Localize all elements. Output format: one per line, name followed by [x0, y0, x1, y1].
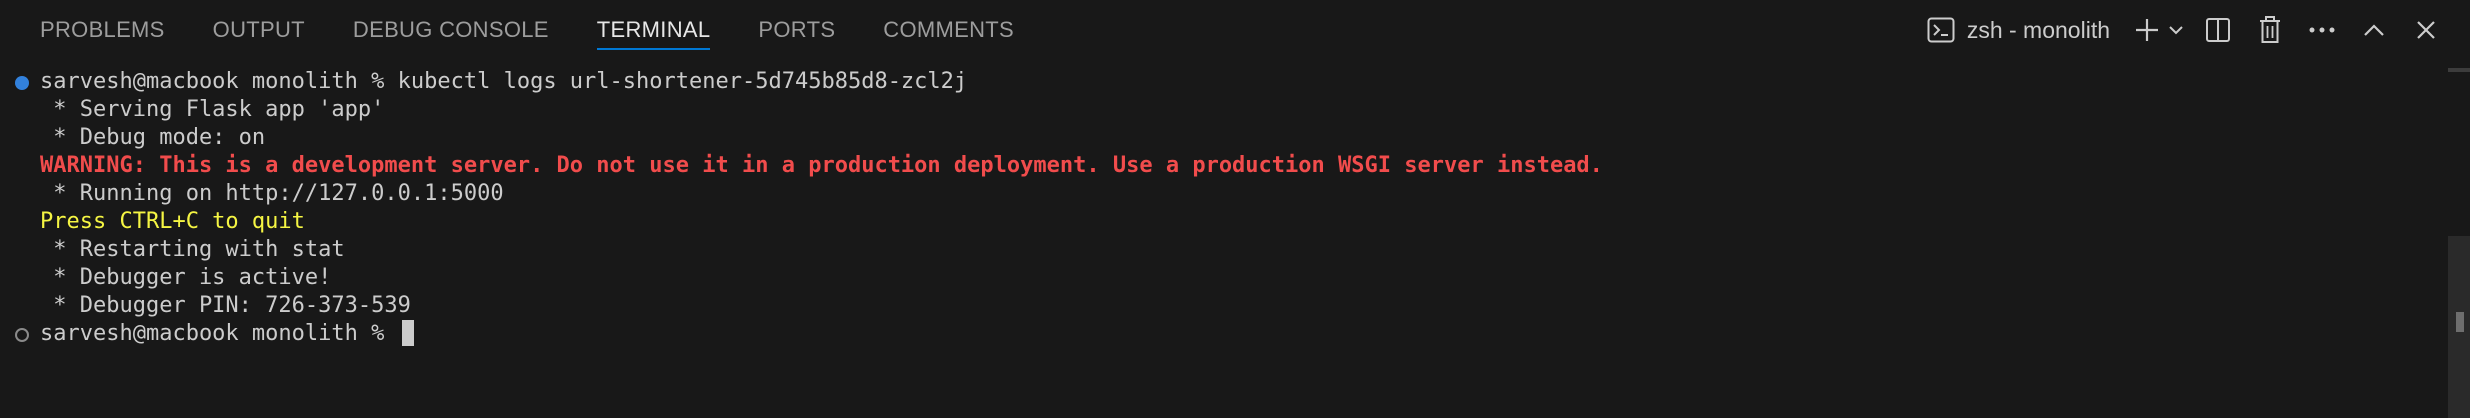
tab-debug-console[interactable]: DEBUG CONSOLE	[353, 0, 549, 60]
terminal-line: * Debugger PIN: 726-373-539	[40, 293, 411, 318]
scrollbar-cursor-marker	[2456, 312, 2464, 332]
command-pending-marker[interactable]	[15, 328, 29, 342]
tab-terminal[interactable]: TERMINAL	[596, 0, 711, 60]
terminal-line: * Debugger is active!	[40, 265, 332, 290]
terminal-warning-line: WARNING: This is a development server. D…	[40, 153, 1603, 178]
plus-icon[interactable]	[2130, 8, 2164, 52]
panel-actions: zsh - monolith	[1921, 0, 2448, 60]
terminal-line: * Debug mode: on	[40, 125, 266, 150]
terminal-quit-hint-line: Press CTRL+C to quit	[40, 209, 305, 234]
tab-problems[interactable]: PROBLEMS	[40, 0, 165, 60]
terminal-selector-label: zsh - monolith	[1966, 16, 2110, 43]
new-terminal-group	[2130, 8, 2188, 52]
ellipsis-icon[interactable]	[2300, 8, 2344, 52]
terminal-cursor	[401, 320, 414, 346]
terminal-line: * Restarting with stat	[40, 237, 345, 262]
terminal-line: * Serving Flask app 'app'	[40, 97, 385, 122]
scrollbar-overview-marker	[2448, 68, 2470, 72]
terminal-output[interactable]: sarvesh@macbook monolith % kubectl logs …	[0, 68, 2440, 418]
panel-tabs: PROBLEMS OUTPUT DEBUG CONSOLE TERMINAL P…	[40, 0, 1062, 60]
terminal-prompt-line[interactable]: sarvesh@macbook monolith %	[40, 320, 414, 348]
terminal-selector[interactable]: zsh - monolith	[1921, 8, 2116, 52]
chevron-down-icon[interactable]	[2164, 8, 2188, 52]
terminal-line: * Running on http://127.0.0.1:5000	[40, 181, 504, 206]
tab-ports[interactable]: PORTS	[758, 0, 835, 60]
panel-tab-bar: PROBLEMS OUTPUT DEBUG CONSOLE TERMINAL P…	[0, 0, 2470, 60]
terminal-icon	[1927, 17, 1955, 43]
chevron-up-icon[interactable]	[2352, 8, 2396, 52]
tab-comments[interactable]: COMMENTS	[883, 0, 1014, 60]
tab-output[interactable]: OUTPUT	[213, 0, 305, 60]
close-icon[interactable]	[2404, 8, 2448, 52]
command-success-marker[interactable]	[15, 76, 29, 90]
trash-icon[interactable]	[2248, 8, 2292, 52]
prompt-text: sarvesh@macbook monolith %	[40, 321, 398, 346]
terminal-panel: PROBLEMS OUTPUT DEBUG CONSOLE TERMINAL P…	[0, 0, 2470, 418]
split-icon[interactable]	[2196, 8, 2240, 52]
terminal-scrollbar[interactable]	[2440, 60, 2470, 418]
terminal-line: sarvesh@macbook monolith % kubectl logs …	[40, 69, 968, 94]
